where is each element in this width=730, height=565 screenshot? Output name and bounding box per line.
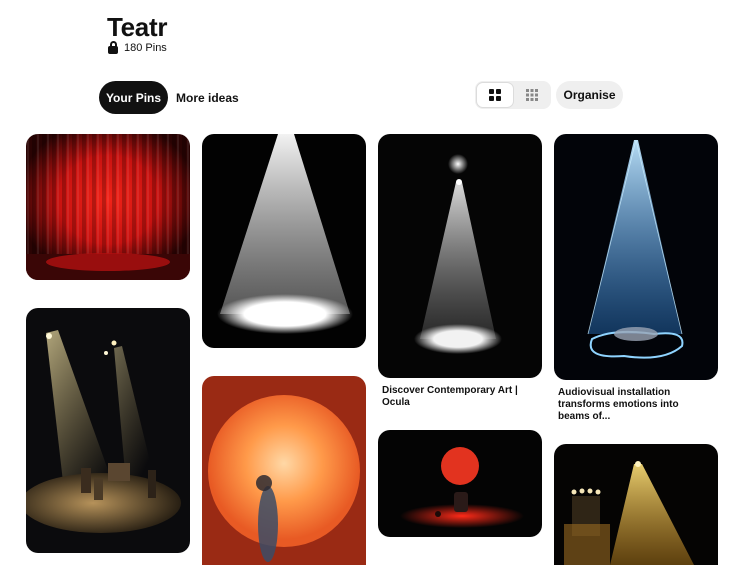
pin-red-curtain[interactable] <box>26 134 190 280</box>
caption-line: Audiovisual installation <box>558 387 671 398</box>
pin-yellow-spotlight[interactable] <box>554 444 718 565</box>
pin-image <box>378 134 542 378</box>
pin-caption[interactable]: Discover Contemporary Art | Ocula <box>382 385 542 409</box>
pin-blue-light-cone[interactable] <box>554 134 718 380</box>
view-mode-toggle <box>475 81 551 109</box>
pin-image <box>554 134 718 380</box>
tab-more-ideas[interactable]: More ideas <box>176 81 239 114</box>
pin-stage-performers[interactable] <box>26 308 190 553</box>
view-large-grid-button[interactable] <box>476 82 514 108</box>
pin-lamp-spotlight[interactable] <box>378 134 542 378</box>
caption-line: beams of... <box>558 411 611 422</box>
pin-red-moon[interactable] <box>378 430 542 537</box>
board-title: Teatr <box>107 12 168 42</box>
grid-small-icon <box>526 89 538 101</box>
grid-large-icon <box>489 89 501 101</box>
pin-image <box>554 444 718 565</box>
caption-line: transforms emotions into <box>558 399 679 410</box>
caption-line: Discover Contemporary Art | <box>382 385 518 396</box>
caption-line: Ocula <box>382 397 410 408</box>
pin-white-spotlight[interactable] <box>202 134 366 348</box>
pin-image <box>202 376 366 565</box>
lock-icon <box>108 41 118 54</box>
pin-count-row: 180 Pins <box>108 41 167 54</box>
pin-image <box>378 430 542 537</box>
tab-your-pins[interactable]: Your Pins <box>99 81 168 114</box>
pin-caption[interactable]: Audiovisual installation transforms emot… <box>558 387 718 423</box>
pin-image <box>26 134 190 280</box>
pin-image <box>26 308 190 553</box>
view-small-grid-button[interactable] <box>514 82 550 108</box>
pin-orange-sun[interactable] <box>202 376 366 565</box>
pin-count: 180 Pins <box>124 41 167 54</box>
organise-button[interactable]: Organise <box>556 81 623 109</box>
pin-image <box>202 134 366 348</box>
